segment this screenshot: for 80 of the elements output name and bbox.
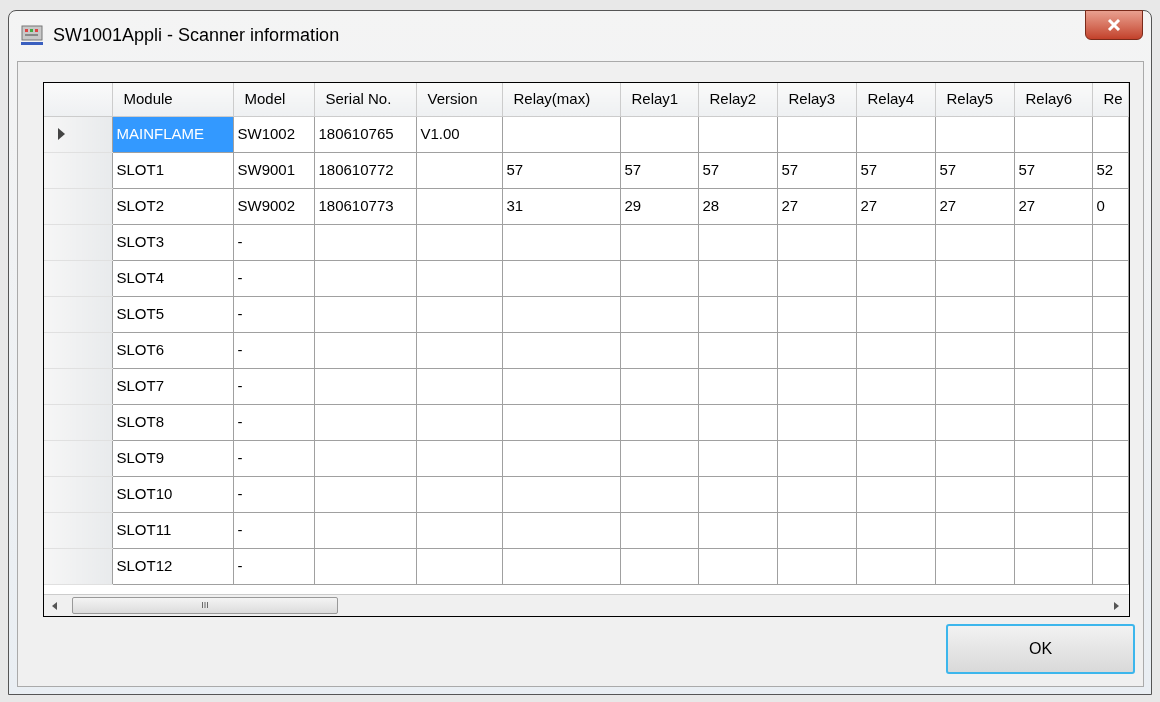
table-cell: SW9002 [233,188,314,224]
table-cell: SLOT11 [112,512,233,548]
table-cell: SLOT10 [112,476,233,512]
row-header[interactable] [44,404,112,440]
column-header[interactable]: Module [112,83,233,116]
close-button[interactable] [1085,10,1143,40]
table-cell: - [233,296,314,332]
table-cell: 0 [1092,188,1128,224]
table-cell: 180610773 [314,188,416,224]
row-header[interactable] [44,188,112,224]
row-header[interactable] [44,296,112,332]
close-icon [1107,19,1121,31]
table-cell: - [233,368,314,404]
table-cell: SLOT7 [112,368,233,404]
table-cell: V1.00 [416,116,502,152]
column-header[interactable]: Relay(max) [502,83,620,116]
table-cell: SLOT5 [112,296,233,332]
table-cell: 31 [502,188,620,224]
column-header[interactable]: Relay1 [620,83,698,116]
app-icon [21,24,43,46]
row-header[interactable] [44,116,112,152]
column-header[interactable]: Relay2 [698,83,777,116]
current-row-icon [58,128,65,140]
table-cell: 29 [620,188,698,224]
table-cell: 180610765 [314,116,416,152]
scroll-left-icon[interactable] [52,601,58,610]
column-header[interactable]: Relay5 [935,83,1014,116]
column-header[interactable]: Model [233,83,314,116]
table-cell: 57 [935,152,1014,188]
table-cell: SLOT12 [112,548,233,584]
table-cell: SLOT2 [112,188,233,224]
table-cell: - [233,548,314,584]
table-cell: 57 [777,152,856,188]
row-header[interactable] [44,476,112,512]
table-cell: SLOT3 [112,224,233,260]
table-cell: 180610772 [314,152,416,188]
row-header[interactable] [44,368,112,404]
row-header[interactable] [44,440,112,476]
table-cell: 52 [1092,152,1128,188]
table-cell: - [233,224,314,260]
row-header[interactable] [44,152,112,188]
table-cell: SW9001 [233,152,314,188]
row-header[interactable] [44,332,112,368]
ok-button[interactable]: OK [946,624,1135,674]
row-header[interactable] [44,512,112,548]
table-cell: SLOT1 [112,152,233,188]
table-cell: - [233,332,314,368]
table-cell: 57 [1014,152,1092,188]
table-cell: SLOT9 [112,440,233,476]
table-cell: 57 [620,152,698,188]
table-cell: - [233,512,314,548]
table-cell: SLOT6 [112,332,233,368]
table-cell: 57 [698,152,777,188]
column-header[interactable]: Serial No. [314,83,416,116]
scroll-right-icon[interactable] [1113,601,1119,610]
row-header[interactable] [44,260,112,296]
table-cell: 27 [935,188,1014,224]
column-header[interactable]: Version [416,83,502,116]
table-cell: 27 [1014,188,1092,224]
table-cell: 28 [698,188,777,224]
window-title: SW1001Appli - Scanner information [53,23,340,47]
table-cell: - [233,440,314,476]
table-cell: SLOT8 [112,404,233,440]
table-cell: - [233,260,314,296]
row-header[interactable] [44,548,112,584]
column-header[interactable]: Relay6 [1014,83,1092,116]
column-header[interactable]: Relay4 [856,83,935,116]
scrollbar-thumb[interactable]: III [72,597,338,614]
table-cell: MAINFLAME [112,116,233,152]
table-cell: 57 [856,152,935,188]
column-header[interactable]: Re [1092,83,1128,116]
table-cell: - [233,404,314,440]
table-cell: 27 [856,188,935,224]
table-cell: 57 [502,152,620,188]
column-header[interactable]: Relay3 [777,83,856,116]
table-cell: - [233,476,314,512]
row-header[interactable] [44,224,112,260]
table-cell: SLOT4 [112,260,233,296]
table-cell: SW1002 [233,116,314,152]
table-cell: 27 [777,188,856,224]
